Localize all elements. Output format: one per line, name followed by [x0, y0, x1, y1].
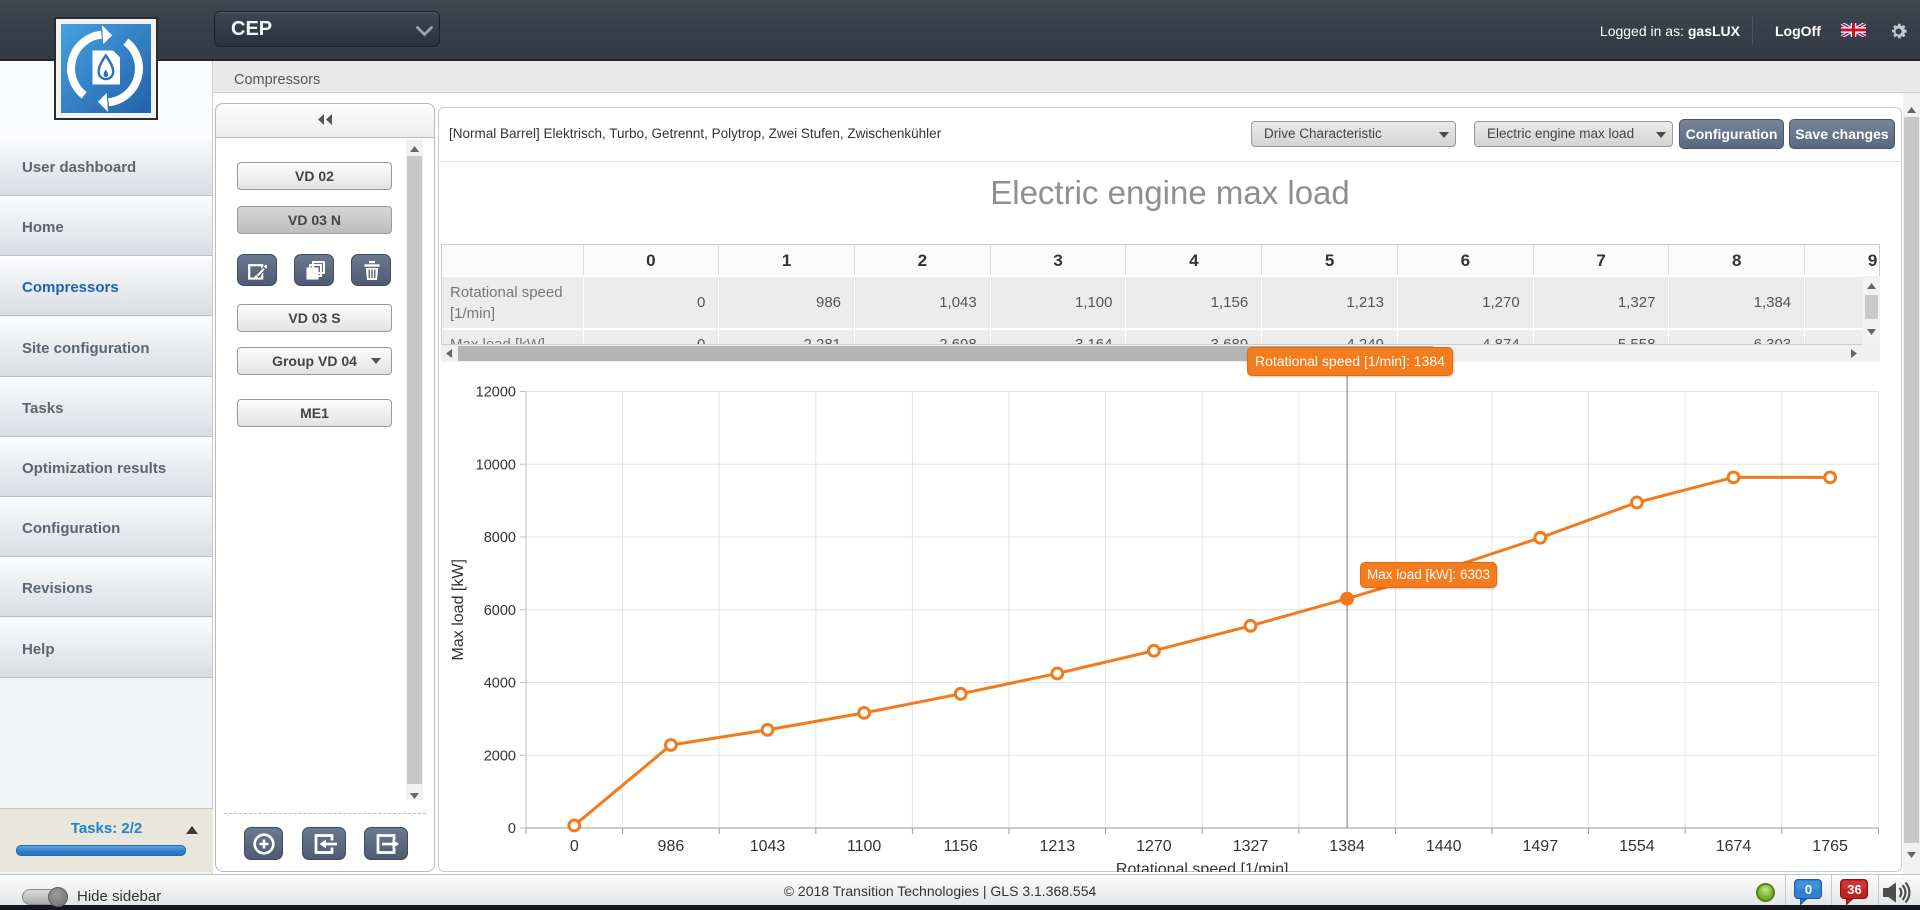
svg-text:1554: 1554: [1619, 838, 1655, 855]
svg-text:36: 36: [1847, 882, 1861, 897]
svg-text:0: 0: [508, 821, 516, 837]
svg-text:0: 0: [570, 838, 579, 855]
svg-text:1213: 1213: [1040, 838, 1076, 855]
svg-text:Max load [kW]: Max load [kW]: [450, 559, 467, 660]
svg-text:8000: 8000: [484, 530, 516, 546]
svg-text:6000: 6000: [484, 603, 516, 619]
svg-text:10000: 10000: [476, 457, 516, 473]
svg-text:Rotational speed [1/min]: Rotational speed [1/min]: [1116, 861, 1289, 872]
svg-text:1270: 1270: [1136, 838, 1172, 855]
svg-text:1156: 1156: [943, 838, 978, 855]
svg-text:0: 0: [1805, 882, 1812, 897]
svg-text:1765: 1765: [1812, 838, 1848, 855]
svg-text:12000: 12000: [476, 385, 516, 401]
svg-text:1440: 1440: [1426, 838, 1462, 855]
svg-text:1384: 1384: [1329, 838, 1365, 855]
svg-text:986: 986: [658, 838, 685, 855]
svg-text:1327: 1327: [1233, 838, 1269, 855]
svg-text:1497: 1497: [1523, 838, 1559, 855]
svg-text:4000: 4000: [484, 676, 516, 692]
svg-text:2000: 2000: [484, 748, 516, 764]
svg-text:1100: 1100: [847, 838, 882, 855]
svg-text:1043: 1043: [750, 838, 786, 855]
svg-text:1674: 1674: [1716, 838, 1752, 855]
